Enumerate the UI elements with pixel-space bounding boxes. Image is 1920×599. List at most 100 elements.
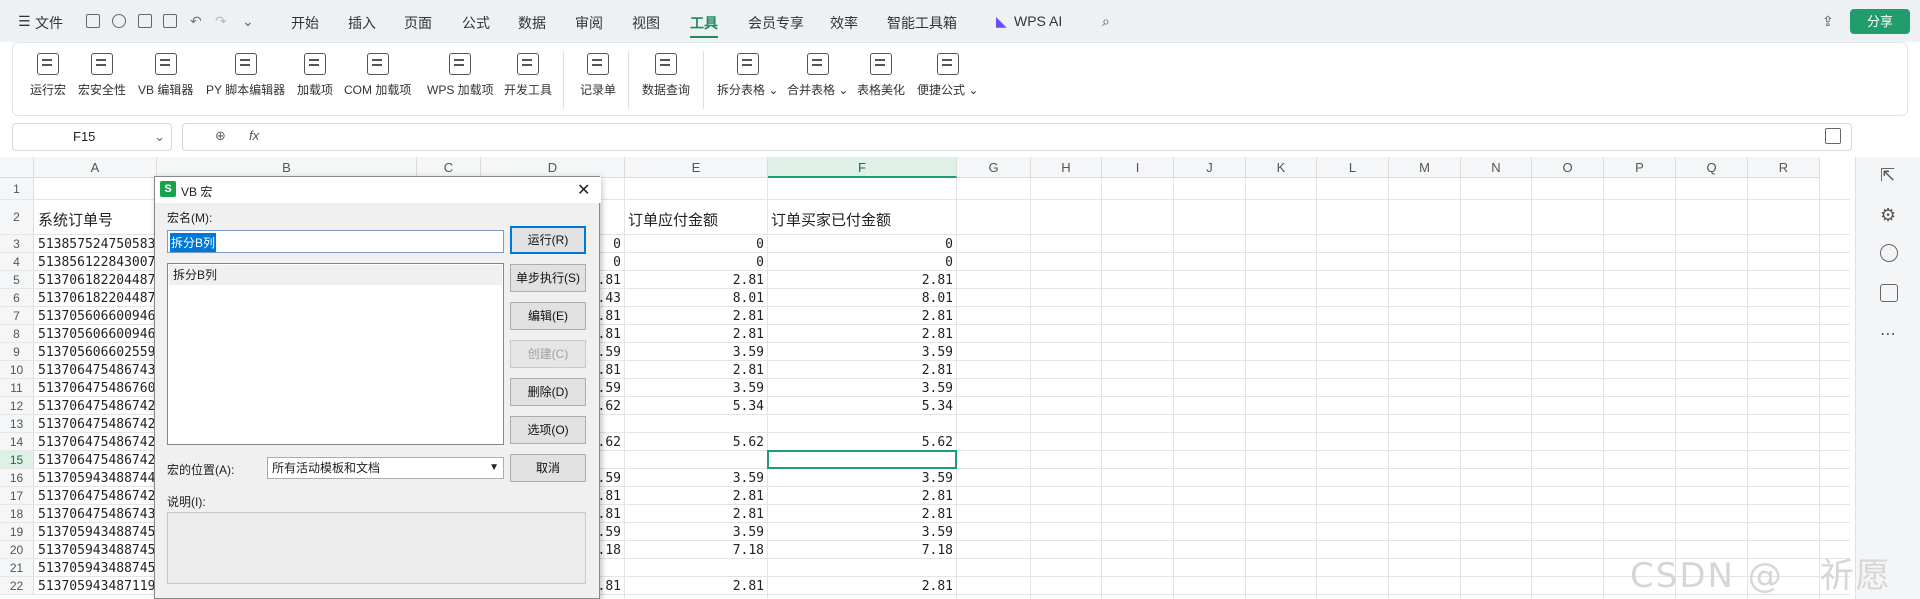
cell-header-a[interactable]: 系统订单号 bbox=[38, 209, 113, 230]
cell-col_f-18[interactable]: 2.81 bbox=[768, 506, 953, 523]
column-header-o[interactable]: O bbox=[1532, 157, 1604, 178]
fx-icon[interactable]: fx bbox=[249, 128, 259, 143]
cancel-button[interactable]: 取消 bbox=[510, 454, 586, 482]
selected-cell-f15[interactable] bbox=[767, 450, 957, 469]
undo-icon[interactable]: ↶ bbox=[190, 13, 202, 30]
close-icon[interactable]: ✕ bbox=[577, 180, 590, 200]
cell-col_e-17[interactable]: 2.81 bbox=[625, 488, 764, 505]
column-header-f[interactable]: F bbox=[768, 157, 957, 178]
row-header-21[interactable]: 21 bbox=[0, 559, 34, 577]
cell-col_f-14[interactable]: 5.62 bbox=[768, 434, 953, 451]
column-header-p[interactable]: P bbox=[1604, 157, 1676, 178]
run-button[interactable]: 运行(R) bbox=[510, 226, 586, 254]
row-header-4[interactable]: 4 bbox=[0, 253, 34, 271]
cloud-upload-icon[interactable]: ⇪ bbox=[1822, 13, 1834, 30]
cell-col_f-5[interactable]: 2.81 bbox=[768, 272, 953, 289]
wps-addins-button[interactable]: WPS 加载项 bbox=[427, 53, 494, 98]
cell-col_f-12[interactable]: 5.34 bbox=[768, 398, 953, 415]
column-header-k[interactable]: K bbox=[1246, 157, 1317, 178]
cell-col_e-7[interactable]: 2.81 bbox=[625, 308, 764, 325]
column-header-e[interactable]: E bbox=[625, 157, 768, 178]
tab-review[interactable]: 审阅 bbox=[575, 13, 603, 33]
tab-page[interactable]: 页面 bbox=[404, 13, 432, 33]
tab-formula[interactable]: 公式 bbox=[462, 13, 490, 33]
data-query-button[interactable]: 数据查询 bbox=[642, 53, 690, 98]
export-icon[interactable] bbox=[112, 14, 126, 28]
column-header-h[interactable]: H bbox=[1031, 157, 1102, 178]
row-header-22[interactable]: 22 bbox=[0, 577, 34, 595]
column-header-a[interactable]: A bbox=[34, 157, 157, 178]
more-icon[interactable]: ⋯ bbox=[1880, 324, 1898, 343]
cell-col_f-17[interactable]: 2.81 bbox=[768, 488, 953, 505]
cell-col_e-18[interactable]: 2.81 bbox=[625, 506, 764, 523]
cell-col_f-13[interactable] bbox=[768, 416, 953, 433]
row-header-18[interactable]: 18 bbox=[0, 505, 34, 523]
row-header-10[interactable]: 10 bbox=[0, 361, 34, 379]
row-header-20[interactable]: 20 bbox=[0, 541, 34, 559]
macro-name-input[interactable]: 拆分B列 bbox=[167, 230, 504, 253]
column-header-b[interactable]: B bbox=[157, 157, 417, 178]
tab-tools[interactable]: 工具 bbox=[690, 13, 718, 38]
row-header-2[interactable]: 2 bbox=[0, 200, 34, 235]
macro-security-button[interactable]: 宏安全性 bbox=[78, 53, 126, 98]
column-header-q[interactable]: Q bbox=[1676, 157, 1748, 178]
cell-col_f-4[interactable]: 0 bbox=[768, 254, 953, 271]
row-header-8[interactable]: 8 bbox=[0, 325, 34, 343]
print-preview-icon[interactable] bbox=[163, 14, 177, 28]
name-box[interactable]: F15 ⌄ bbox=[12, 123, 172, 151]
macro-list-item[interactable]: 拆分B列 bbox=[169, 265, 502, 285]
tab-insert[interactable]: 插入 bbox=[348, 13, 376, 33]
com-addins-button[interactable]: COM 加载项 bbox=[344, 53, 411, 98]
cell-col_f-19[interactable]: 3.59 bbox=[768, 524, 953, 541]
column-header-c[interactable]: C bbox=[417, 157, 481, 178]
cell-col_e-1[interactable] bbox=[625, 179, 764, 200]
table-beautify-button[interactable]: 表格美化 bbox=[857, 53, 905, 98]
zoom-icon[interactable]: ⊕ bbox=[215, 128, 226, 144]
cell-col_e-5[interactable]: 2.81 bbox=[625, 272, 764, 289]
run-macro-button[interactable]: 运行宏 bbox=[30, 53, 66, 98]
cell-col_f-6[interactable]: 8.01 bbox=[768, 290, 953, 307]
file-menu[interactable]: 文件 bbox=[35, 13, 63, 33]
cell-col_f-7[interactable]: 2.81 bbox=[768, 308, 953, 325]
cell-col_e-10[interactable]: 2.81 bbox=[625, 362, 764, 379]
column-header-g[interactable]: G bbox=[957, 157, 1031, 178]
search-icon[interactable]: ⌕ bbox=[1102, 13, 1110, 30]
delete-button[interactable]: 删除(D) bbox=[510, 378, 586, 406]
tab-smart-toolbox[interactable]: 智能工具箱 bbox=[887, 13, 957, 33]
quick-formula-button[interactable]: 便捷公式 ⌄ bbox=[917, 53, 978, 98]
formula-input[interactable]: ⊕ fx bbox=[182, 123, 1852, 151]
cell-col_e-13[interactable] bbox=[625, 416, 764, 433]
comment-icon[interactable] bbox=[1880, 284, 1898, 302]
cell-col_e-3[interactable]: 0 bbox=[625, 236, 764, 253]
expand-formula-icon[interactable] bbox=[1825, 128, 1841, 144]
menu-icon[interactable]: ☰ bbox=[18, 13, 31, 30]
cell-header-e[interactable]: 订单应付金额 bbox=[628, 209, 718, 230]
row-header-19[interactable]: 19 bbox=[0, 523, 34, 541]
cell-col_e-14[interactable]: 5.62 bbox=[625, 434, 764, 451]
column-header-d[interactable]: D bbox=[481, 157, 625, 178]
vb-editor-button[interactable]: VB 编辑器 bbox=[138, 53, 193, 98]
help-icon[interactable] bbox=[1880, 244, 1898, 262]
share-button[interactable]: 分享 bbox=[1850, 9, 1910, 34]
cell-col_f-21[interactable] bbox=[768, 560, 953, 577]
cell-col_e-12[interactable]: 5.34 bbox=[625, 398, 764, 415]
row-header-3[interactable]: 3 bbox=[0, 235, 34, 253]
row-header-1[interactable]: 1 bbox=[0, 178, 34, 200]
row-header-11[interactable]: 11 bbox=[0, 379, 34, 397]
cell-col_f-10[interactable]: 2.81 bbox=[768, 362, 953, 379]
cell-col_e-21[interactable] bbox=[625, 560, 764, 577]
macro-list[interactable]: 拆分B列 bbox=[167, 263, 504, 445]
cell-col_e-8[interactable]: 2.81 bbox=[625, 326, 764, 343]
row-header-5[interactable]: 5 bbox=[0, 271, 34, 289]
cell-col_e-11[interactable]: 3.59 bbox=[625, 380, 764, 397]
row-header-9[interactable]: 9 bbox=[0, 343, 34, 361]
split-table-button[interactable]: 拆分表格 ⌄ bbox=[717, 53, 778, 98]
chevron-down-icon[interactable]: ⌄ bbox=[242, 13, 254, 30]
row-header-15[interactable]: 15 bbox=[0, 451, 34, 469]
cell-col_f-20[interactable]: 7.18 bbox=[768, 542, 953, 559]
location-select[interactable]: 所有活动模板和文档 ▼ bbox=[267, 457, 504, 479]
column-header-i[interactable]: I bbox=[1102, 157, 1174, 178]
tab-view[interactable]: 视图 bbox=[632, 13, 660, 33]
row-header-13[interactable]: 13 bbox=[0, 415, 34, 433]
row-header-14[interactable]: 14 bbox=[0, 433, 34, 451]
